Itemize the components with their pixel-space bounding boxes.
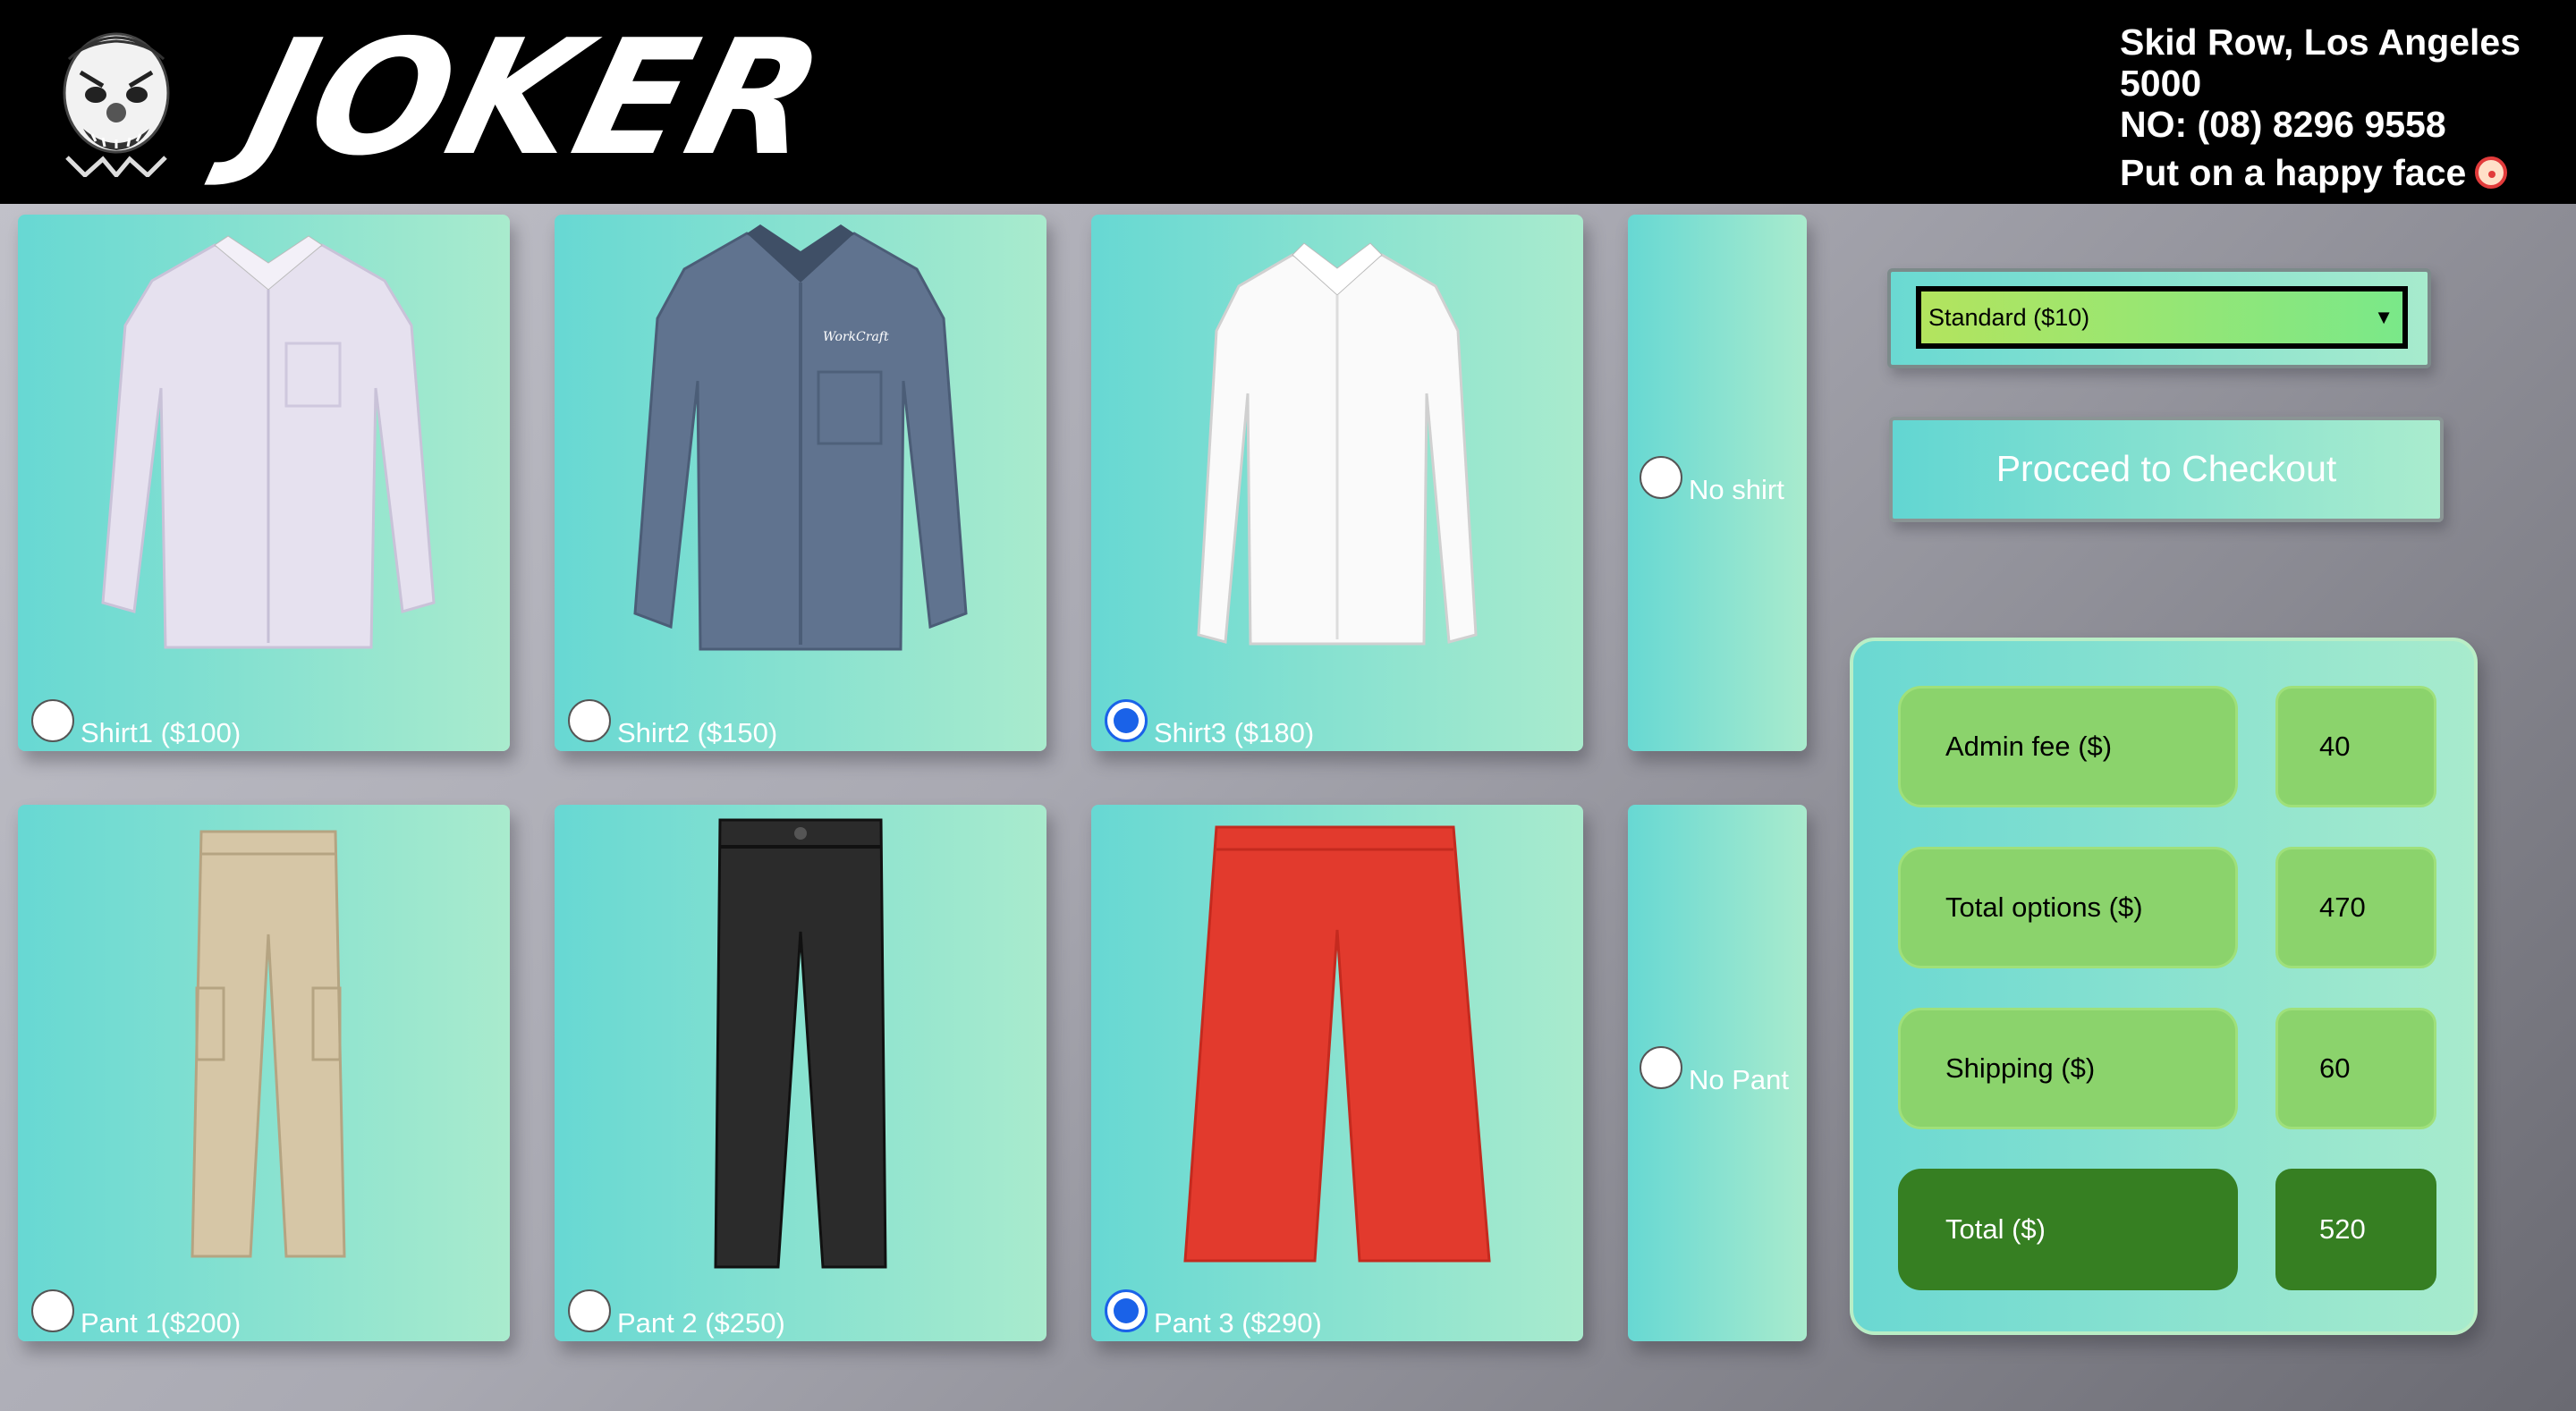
no-shirt-label: No shirt (1689, 474, 1784, 505)
pant3-label: Pant 3 ($290) (1154, 1307, 1322, 1339)
shipping-select[interactable]: Standard ($10) ▼ (1916, 286, 2408, 349)
total-options-value: 470 (2275, 847, 2436, 968)
shirt-card-3[interactable]: Shirt3 ($180) (1091, 215, 1583, 751)
white-shirt-image (1197, 242, 1478, 646)
red-pants-image (1183, 825, 1491, 1263)
pant2-radio[interactable] (568, 1289, 611, 1332)
shirt2-label: Shirt2 ($150) (617, 717, 778, 748)
header: JOKER Skid Row, Los Angeles 5000 NO: (08… (0, 0, 2576, 204)
total-value: 520 (2275, 1169, 2436, 1290)
phone-line: NO: (08) 8296 9558 (2120, 104, 2446, 145)
shirt3-label: Shirt3 ($180) (1154, 717, 1315, 748)
address-line: Skid Row, Los Angeles (2120, 21, 2521, 63)
no-shirt-card[interactable]: No shirt (1628, 215, 1807, 751)
no-shirt-radio[interactable] (1640, 456, 1682, 499)
clown-logo-icon (63, 32, 170, 177)
total-options-label: Total options ($) (1898, 847, 2238, 968)
pant1-radio[interactable] (31, 1289, 74, 1332)
checkout-button[interactable]: Procced to Checkout (1889, 417, 2444, 522)
blue-shirt-image: WorkCraft (633, 224, 968, 651)
shipping-value: 60 (2275, 1008, 2436, 1129)
khaki-pants-image (191, 830, 346, 1258)
shipping-select-value: Standard ($10) (1928, 304, 2090, 331)
total-label: Total ($) (1898, 1169, 2238, 1290)
brand-logo-text: JOKER (229, 5, 843, 190)
pant3-radio[interactable] (1105, 1289, 1148, 1332)
shipping-label: Shipping ($) (1898, 1008, 2238, 1129)
black-pants-image (714, 818, 887, 1269)
pant-card-3[interactable]: Pant 3 ($290) (1091, 805, 1583, 1341)
postcode-line: 5000 (2120, 63, 2202, 104)
admin-fee-value: 40 (2275, 686, 2436, 807)
no-pant-label: No Pant (1689, 1064, 1790, 1095)
no-pant-radio[interactable] (1640, 1046, 1682, 1089)
contact-info: Skid Row, Los Angeles 5000 NO: (08) 8296… (2120, 21, 2567, 195)
no-pant-card[interactable]: No Pant (1628, 805, 1807, 1341)
pant-card-2[interactable]: Pant 2 ($250) (555, 805, 1046, 1341)
shirt-card-2[interactable]: WorkCraft Shirt2 ($150) (555, 215, 1046, 751)
pant2-label: Pant 2 ($250) (617, 1307, 785, 1339)
shirt1-label: Shirt1 ($100) (80, 717, 242, 748)
shirt-card-1[interactable]: Shirt1 ($100) (18, 215, 510, 751)
shipping-select-container: Standard ($10) ▼ (1887, 268, 2431, 368)
shirt3-radio[interactable] (1105, 699, 1148, 742)
tagline-text: Put on a happy face (2120, 152, 2467, 193)
shirt2-radio[interactable] (568, 699, 611, 742)
tagline: Put on a happy face (2120, 150, 2567, 195)
chevron-down-icon: ▼ (2374, 306, 2394, 328)
pant-card-1[interactable]: Pant 1($200) (18, 805, 510, 1341)
admin-fee-label: Admin fee ($) (1898, 686, 2238, 807)
shirt1-radio[interactable] (31, 699, 74, 742)
pant1-label: Pant 1($200) (80, 1307, 242, 1339)
svg-text:WorkCraft: WorkCraft (823, 330, 889, 344)
lavender-shirt-image (101, 235, 436, 649)
order-summary: Admin fee ($) 40 Total options ($) 470 S… (1850, 638, 2478, 1335)
clown-face-icon (2475, 156, 2508, 189)
